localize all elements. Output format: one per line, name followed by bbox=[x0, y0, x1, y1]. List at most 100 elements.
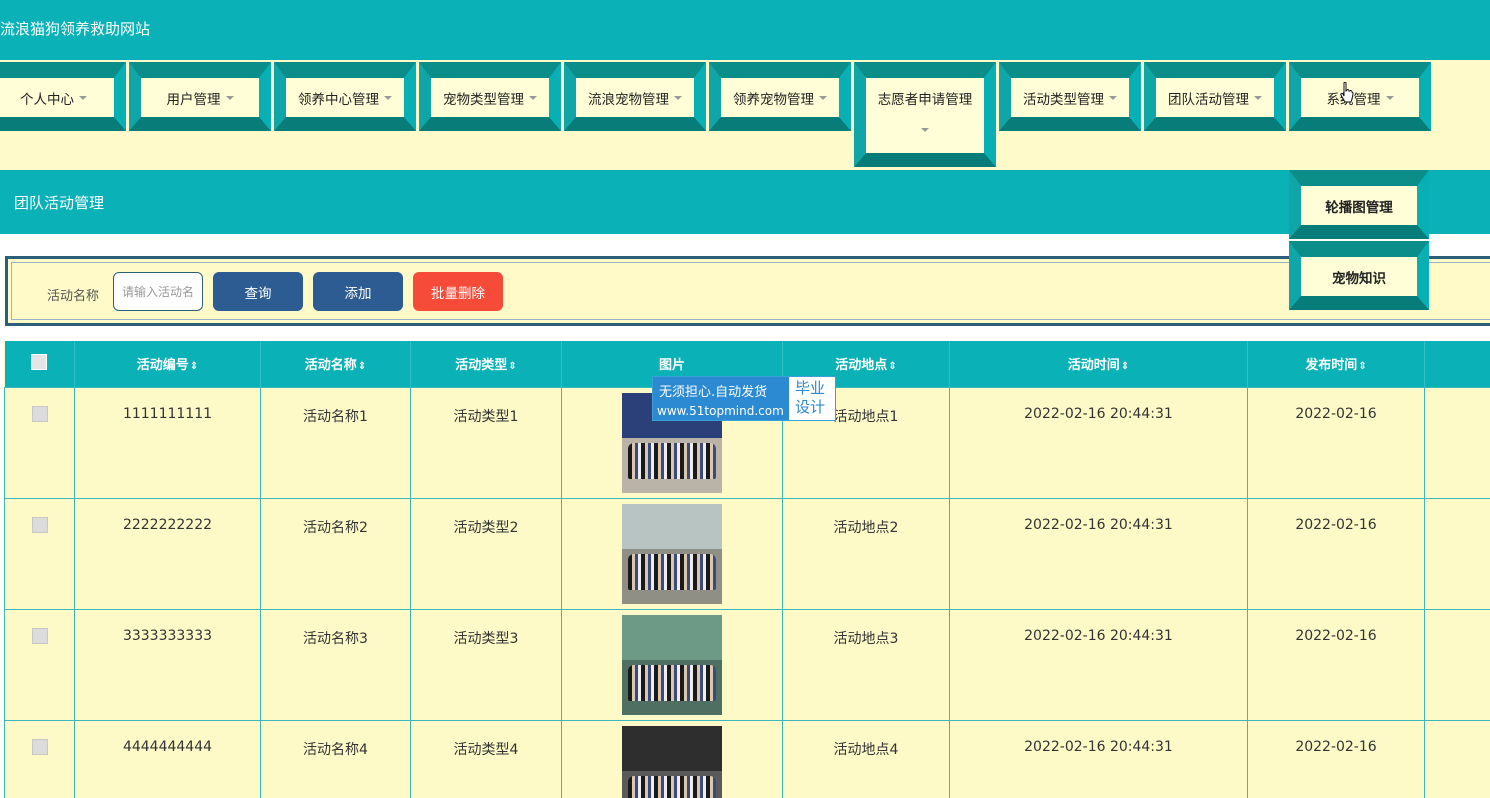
row-select-cell bbox=[4, 719, 75, 798]
row-select-cell bbox=[4, 386, 75, 499]
nav-item-volunteer-application[interactable]: 志愿者申请管理 bbox=[854, 62, 996, 167]
sort-icon: ⇕ bbox=[1120, 361, 1130, 373]
page-title: 团队活动管理 bbox=[14, 194, 105, 212]
activity-name-input[interactable] bbox=[113, 272, 203, 311]
cell-id: 4444444444 bbox=[74, 719, 261, 798]
nav-item-label: 个人中心 bbox=[20, 91, 74, 108]
activity-photo[interactable] bbox=[622, 503, 722, 604]
caret-down-icon bbox=[225, 95, 234, 100]
row-checkbox[interactable] bbox=[31, 627, 48, 644]
nav-item-team-activity[interactable]: 团队活动管理 bbox=[1144, 62, 1286, 131]
nav-item-label: 流浪宠物管理 bbox=[588, 91, 669, 108]
cell-time: 2022-02-16 20:44:31 bbox=[949, 608, 1248, 721]
nav-menu: 个人中心 用户管理 领养中心管理 宠物类型管理 流浪宠物管理 领养宠物管理 志愿… bbox=[0, 60, 1490, 170]
dropdown-item-carousel[interactable]: 轮播图管理 bbox=[1289, 170, 1429, 239]
top-header: 流浪猫狗领养救助网站 bbox=[0, 0, 1490, 60]
table-row: 2222222222 活动名称2 活动类型2 活动地点2 2022-02-16 … bbox=[4, 497, 1490, 610]
cell-id: 1111111111 bbox=[74, 386, 261, 499]
column-header-published[interactable]: 发布时间⇕ bbox=[1247, 341, 1425, 387]
nav-item-user-management[interactable]: 用户管理 bbox=[129, 62, 271, 131]
column-header-type[interactable]: 活动类型⇕ bbox=[410, 341, 562, 387]
caret-down-icon bbox=[1385, 95, 1394, 100]
nav-item-label: 活动类型管理 bbox=[1023, 91, 1104, 108]
nav-item-adoption-center[interactable]: 领养中心管理 bbox=[274, 62, 416, 131]
activity-name-label: 活动名称 bbox=[47, 289, 100, 304]
dropdown-item-pet-knowledge[interactable]: 宠物知识 bbox=[1289, 241, 1429, 310]
nav-item-system-management[interactable]: 系统管理 bbox=[1289, 62, 1431, 131]
sort-icon: ⇕ bbox=[189, 361, 199, 373]
column-header-id[interactable]: 活动编号⇕ bbox=[74, 341, 261, 387]
cell-name: 活动名称3 bbox=[260, 608, 411, 721]
cell-location: 活动地点3 bbox=[782, 608, 950, 721]
caret-down-icon bbox=[921, 128, 929, 132]
caret-down-icon bbox=[1109, 95, 1117, 100]
sort-icon: ⇕ bbox=[508, 361, 517, 373]
cell-image bbox=[561, 719, 783, 798]
column-header-label: 活动时间 bbox=[1067, 358, 1120, 374]
row-select-cell bbox=[4, 608, 75, 721]
watermark-left: 无须担心.自动发货 www.51topmind.com bbox=[653, 377, 789, 420]
watermark-text: 无须担心.自动发货 bbox=[659, 385, 768, 400]
add-button[interactable]: 添加 bbox=[313, 272, 403, 311]
nav-item-stray-pet[interactable]: 流浪宠物管理 bbox=[564, 62, 706, 131]
section-header: 团队活动管理 bbox=[0, 170, 1490, 234]
select-all-cell bbox=[4, 341, 75, 387]
cell-name: 活动名称4 bbox=[260, 719, 411, 798]
nav-item-label: 志愿者申请管理 bbox=[877, 91, 973, 108]
nav-item-pet-type[interactable]: 宠物类型管理 bbox=[419, 62, 561, 131]
query-button[interactable]: 查询 bbox=[213, 272, 303, 311]
cell-time: 2022-02-16 20:44:31 bbox=[949, 386, 1248, 499]
sort-icon: ⇕ bbox=[357, 361, 367, 373]
dropdown-item-label: 宠物知识 bbox=[1332, 270, 1386, 287]
column-header-label: 活动编号 bbox=[136, 358, 189, 374]
column-header-label: 发布时间 bbox=[1305, 358, 1358, 374]
nav-item-label: 领养中心管理 bbox=[298, 91, 379, 108]
nav-item-personal-center[interactable]: 个人中心 bbox=[0, 62, 126, 131]
row-checkbox[interactable] bbox=[31, 516, 48, 533]
watermark-url: www.51topmind.com bbox=[657, 404, 784, 418]
cell-actions bbox=[1424, 386, 1490, 499]
cell-name: 活动名称2 bbox=[260, 497, 411, 610]
nav-item-adopted-pet[interactable]: 领养宠物管理 bbox=[709, 62, 851, 131]
cell-type: 活动类型2 bbox=[410, 497, 562, 610]
dropdown-item-label: 轮播图管理 bbox=[1325, 199, 1393, 216]
sort-icon: ⇕ bbox=[1358, 361, 1367, 373]
column-header-actions bbox=[1424, 341, 1490, 387]
cell-published: 2022-02-16 bbox=[1247, 608, 1425, 721]
column-header-time[interactable]: 活动时间⇕ bbox=[949, 341, 1248, 387]
row-checkbox[interactable] bbox=[31, 738, 48, 755]
watermark-badge: 无须担心.自动发货 www.51topmind.com 毕业 设计 bbox=[652, 376, 836, 421]
column-header-label: 活动类型 bbox=[455, 358, 508, 374]
cell-id: 2222222222 bbox=[74, 497, 261, 610]
column-header-name[interactable]: 活动名称⇕ bbox=[260, 341, 411, 387]
cell-image bbox=[561, 608, 783, 721]
sort-icon: ⇕ bbox=[888, 361, 897, 373]
cell-type: 活动类型3 bbox=[410, 608, 562, 721]
caret-down-icon bbox=[529, 95, 537, 100]
site-title: 流浪猫狗领养救助网站 bbox=[0, 20, 151, 38]
cell-type: 活动类型4 bbox=[410, 719, 562, 798]
nav-item-label: 用户管理 bbox=[166, 91, 221, 108]
cell-published: 2022-02-16 bbox=[1247, 386, 1425, 499]
select-all-checkbox[interactable] bbox=[31, 353, 48, 370]
cell-published: 2022-02-16 bbox=[1247, 719, 1425, 798]
nav-item-activity-type[interactable]: 活动类型管理 bbox=[999, 62, 1141, 131]
cell-image bbox=[561, 497, 783, 610]
watermark-right-line: 毕业 bbox=[795, 379, 826, 397]
caret-down-icon bbox=[819, 95, 827, 100]
activity-photo[interactable] bbox=[622, 725, 722, 798]
caret-down-icon bbox=[674, 95, 682, 100]
nav-item-label: 团队活动管理 bbox=[1168, 91, 1249, 108]
activity-photo[interactable] bbox=[622, 614, 722, 715]
row-checkbox[interactable] bbox=[31, 405, 48, 422]
caret-down-icon bbox=[384, 95, 392, 100]
nav-item-label: 宠物类型管理 bbox=[443, 91, 524, 108]
cell-name: 活动名称1 bbox=[260, 386, 411, 499]
cell-time: 2022-02-16 20:44:31 bbox=[949, 719, 1248, 798]
column-header-label: 活动地点 bbox=[835, 358, 888, 374]
cell-type: 活动类型1 bbox=[410, 386, 562, 499]
cell-location: 活动地点2 bbox=[782, 497, 950, 610]
cell-actions bbox=[1424, 497, 1490, 610]
batch-delete-button[interactable]: 批量删除 bbox=[413, 272, 503, 311]
table-row: 3333333333 活动名称3 活动类型3 活动地点3 2022-02-16 … bbox=[4, 608, 1490, 721]
